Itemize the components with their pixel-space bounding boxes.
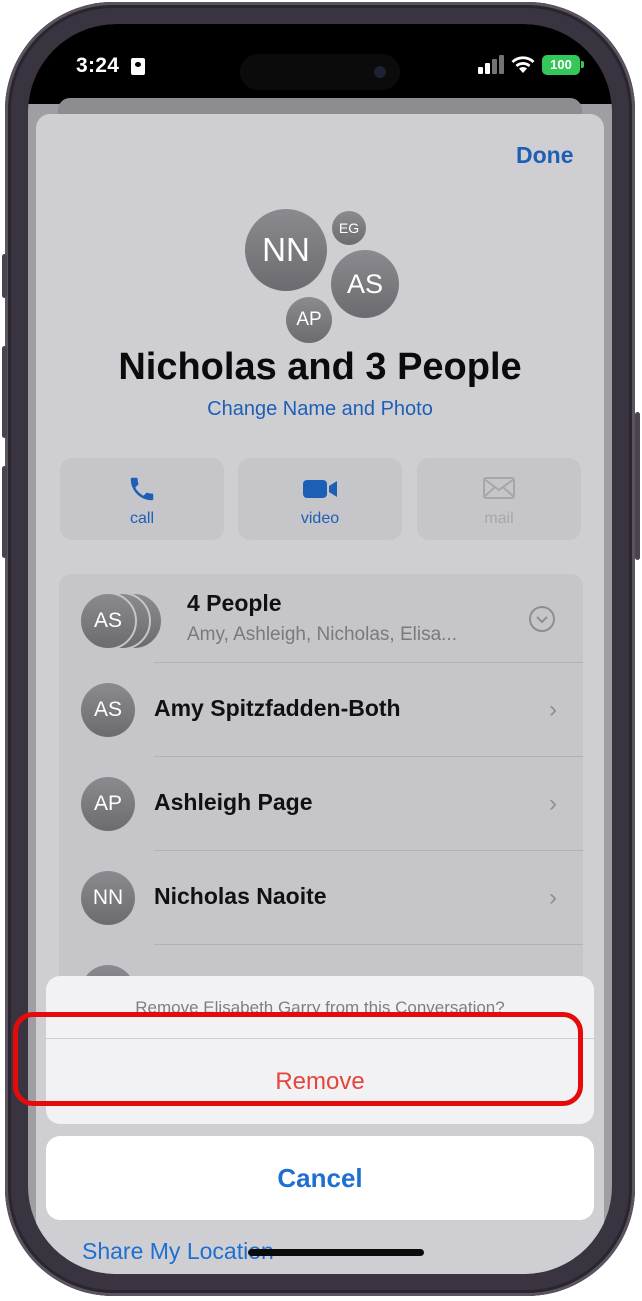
phone-icon — [130, 477, 154, 501]
remove-highlight-outline — [13, 1012, 583, 1106]
battery-tip — [581, 61, 584, 68]
cellular-signal-icon — [478, 54, 506, 74]
volume-down-button — [2, 466, 7, 558]
wifi-icon — [511, 56, 535, 73]
chevron-right-icon: › — [549, 790, 557, 817]
mail-icon — [483, 477, 515, 499]
mail-label: mail — [484, 510, 514, 527]
avatar-ap: AP — [286, 297, 332, 343]
group-title: Nicholas and 3 People — [118, 346, 522, 388]
member-row-nicholas[interactable]: NN Nicholas Naoite › — [59, 851, 583, 945]
chevron-right-icon: › — [549, 884, 557, 911]
home-indicator — [248, 1249, 424, 1256]
mail-button[interactable]: mail — [417, 458, 581, 540]
call-button[interactable]: call — [60, 458, 224, 540]
share-location-link[interactable]: Share My Location — [82, 1238, 274, 1265]
battery-indicator: 100 — [542, 55, 580, 75]
avatar: NN — [81, 871, 135, 925]
video-button[interactable]: video — [238, 458, 402, 540]
cancel-button[interactable]: Cancel — [46, 1136, 594, 1220]
member-list: AS 4 People Amy, Ashleigh, Nicholas, Eli… — [59, 574, 583, 994]
group-members-subtitle: Amy, Ashleigh, Nicholas, Elisa... — [187, 624, 457, 645]
video-label: video — [300, 510, 340, 527]
front-camera — [374, 66, 386, 78]
done-button[interactable]: Done — [516, 142, 574, 169]
status-bar: 3:24 100 — [28, 24, 612, 104]
avatar: AS — [81, 683, 135, 737]
avatar: AP — [81, 777, 135, 831]
volume-up-button — [2, 346, 7, 438]
silent-switch — [2, 254, 7, 298]
member-name: Nicholas Naoite — [154, 883, 327, 909]
change-name-link[interactable]: Change Name and Photo — [28, 398, 612, 421]
status-time: 3:24 — [76, 54, 120, 77]
call-label: call — [129, 510, 154, 527]
group-count-title: 4 People — [187, 590, 282, 616]
avatar-as: AS — [331, 250, 399, 318]
member-row-amy[interactable]: AS Amy Spitzfadden-Both › — [59, 663, 583, 757]
group-members-row[interactable]: AS 4 People Amy, Ashleigh, Nicholas, Eli… — [59, 574, 583, 668]
chevron-right-icon: › — [549, 696, 557, 723]
avatar-nn: NN — [245, 209, 327, 291]
expand-chevron-icon[interactable] — [529, 606, 555, 632]
avatar-eg: EG — [332, 211, 366, 245]
video-camera-icon — [303, 480, 337, 498]
member-row-ashleigh[interactable]: AP Ashleigh Page › — [59, 757, 583, 851]
member-name: Amy Spitzfadden-Both — [154, 695, 401, 721]
contact-card-icon — [131, 58, 145, 75]
member-name: Ashleigh Page — [154, 789, 313, 815]
avatar-stack-front: AS — [79, 592, 137, 650]
power-button — [635, 412, 640, 560]
